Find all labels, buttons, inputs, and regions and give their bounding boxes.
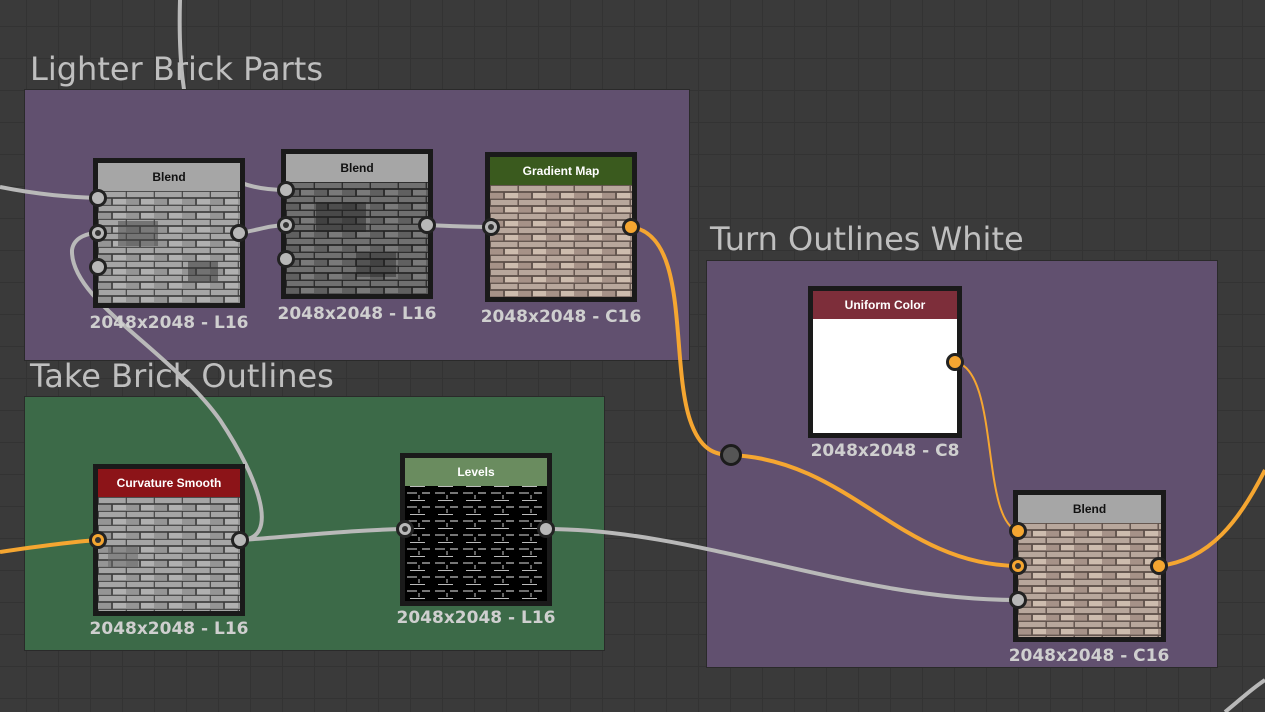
blend-3-input-mask-port[interactable] [1009,591,1027,609]
node-blend-1-header[interactable]: Blend [98,163,240,191]
blend-2-input-foreground-port[interactable] [277,181,295,199]
node-curvature-smooth[interactable]: Curvature Smooth [93,464,245,616]
blend-1-input-background-port[interactable] [89,224,107,242]
frame-title-lighter-brick-parts: Lighter Brick Parts [30,50,324,88]
levels-output-port[interactable] [537,520,555,538]
gradient-map-output-port[interactable] [622,218,640,236]
node-levels-resolution: 2048x2048 - L16 [396,608,556,628]
node-blend-2-resolution: 2048x2048 - L16 [277,304,437,324]
node-levels[interactable]: Levels [400,453,552,606]
node-blend-3-resolution: 2048x2048 - C16 [1008,646,1170,666]
node-uniform-color-header[interactable]: Uniform Color [813,291,957,319]
node-levels-header[interactable]: Levels [405,458,547,486]
gradient-map-input-port[interactable] [482,218,500,236]
blend-3-input-foreground-port[interactable] [1009,522,1027,540]
curvature-smooth-input-port[interactable] [89,531,107,549]
node-blend-3[interactable]: Blend [1013,490,1166,642]
blend-2-input-mask-port[interactable] [277,250,295,268]
node-levels-thumbnail [405,486,547,601]
node-blend-1[interactable]: Blend [93,158,245,308]
node-blend-2[interactable]: Blend [281,149,433,299]
node-uniform-color-resolution: 2048x2048 - C8 [810,441,960,461]
frame-title-take-brick-outlines: Take Brick Outlines [30,357,334,395]
levels-input-port[interactable] [396,520,414,538]
node-blend-1-resolution: 2048x2048 - L16 [89,313,249,333]
node-blend-1-thumbnail [98,191,240,303]
node-gradient-map[interactable]: Gradient Map [485,152,637,302]
wire-bottom-right [1223,678,1265,712]
blend-3-output-port[interactable] [1150,557,1168,575]
node-uniform-color-thumbnail [813,319,957,433]
frame-title-turn-outlines-white: Turn Outlines White [710,220,1024,258]
curvature-smooth-output-port[interactable] [231,531,249,549]
blend-3-input-background-port[interactable] [1009,557,1027,575]
node-blend-3-header[interactable]: Blend [1018,495,1161,523]
blend-2-input-background-port[interactable] [277,216,295,234]
node-uniform-color[interactable]: Uniform Color [808,286,962,438]
blend-1-input-foreground-port[interactable] [89,189,107,207]
blend-1-input-mask-port[interactable] [89,258,107,276]
uniform-color-output-port[interactable] [946,353,964,371]
node-curvature-smooth-header[interactable]: Curvature Smooth [98,469,240,497]
blend-1-output-port[interactable] [230,224,248,242]
node-blend-2-header[interactable]: Blend [286,154,428,182]
blend-2-output-port[interactable] [418,216,436,234]
reroute-dot-port[interactable] [720,444,742,466]
node-curvature-smooth-resolution: 2048x2048 - L16 [89,619,249,639]
node-gradient-map-resolution: 2048x2048 - C16 [480,307,642,327]
node-gradient-map-header[interactable]: Gradient Map [490,157,632,185]
node-blend-3-thumbnail [1018,523,1161,637]
node-blend-2-thumbnail [286,182,428,294]
node-curvature-smooth-thumbnail [98,497,240,611]
node-gradient-map-thumbnail [490,185,632,297]
